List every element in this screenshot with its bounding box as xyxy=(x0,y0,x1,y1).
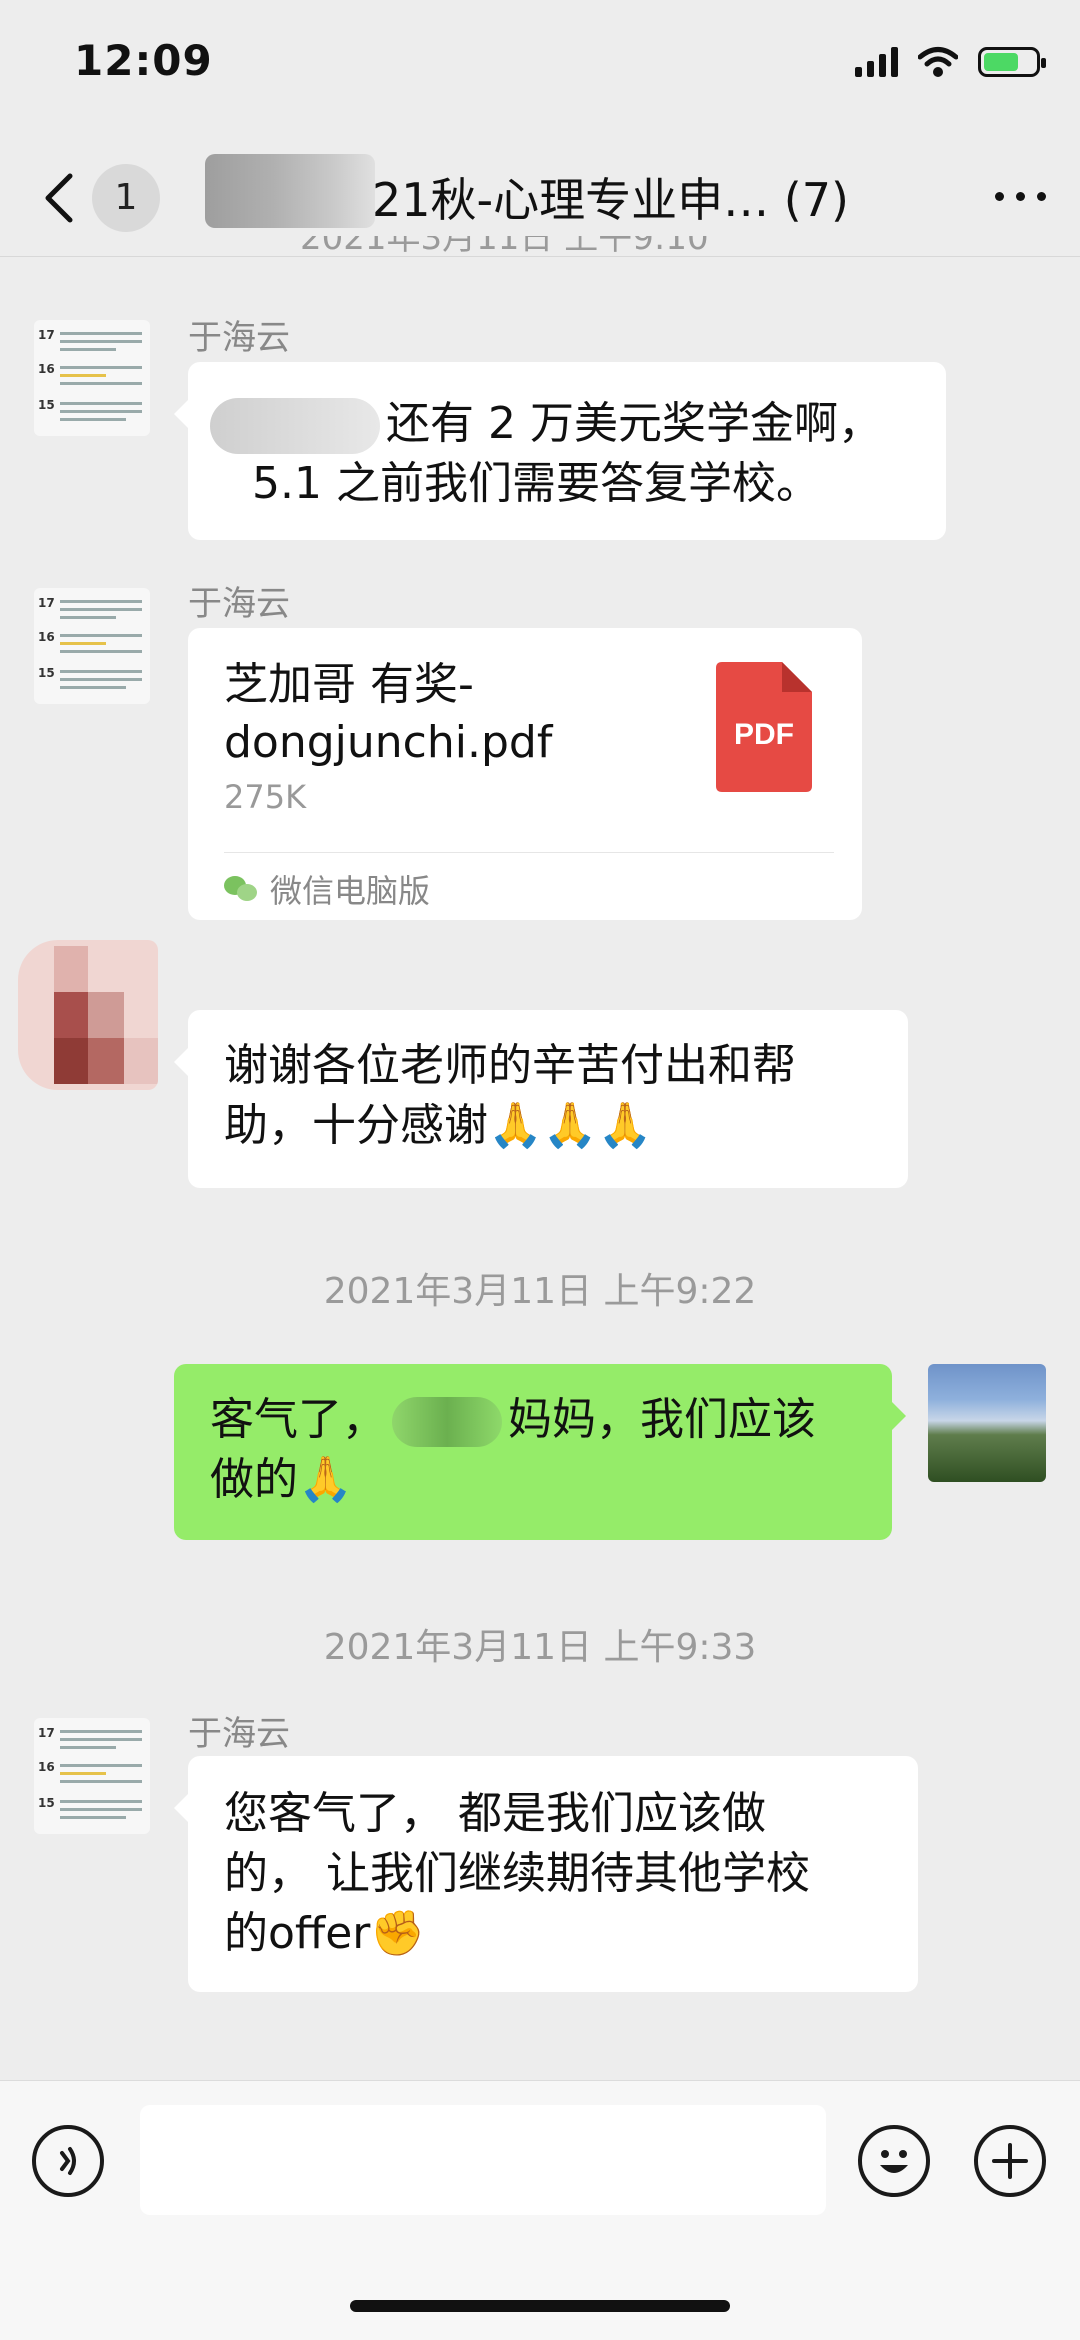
back-arrow-icon[interactable] xyxy=(40,170,80,226)
message-bubble[interactable]: 您客气了， 都是我们应该做 的， 让我们继续期待其他学校 的offer✊ xyxy=(174,1756,918,1992)
file-source-label: 微信电脑版 xyxy=(270,872,431,910)
self-avatar[interactable] xyxy=(928,1364,1046,1482)
signal-icon xyxy=(855,47,898,77)
home-indicator[interactable] xyxy=(350,2300,730,2312)
message-text: 做的🙏 xyxy=(210,1454,353,1505)
avatar[interactable]: 17 16 15 xyxy=(34,1718,150,1834)
status-bar: 12:09 xyxy=(0,0,1080,140)
pdf-label: PDF xyxy=(734,718,794,751)
chat-title[interactable]: 21秋-心理专业申… (7) xyxy=(372,164,849,230)
battery-icon xyxy=(978,47,1046,77)
avatar-pixelated[interactable] xyxy=(18,940,158,1090)
timestamp: 2021年3月11日 上午9:33 xyxy=(323,1627,757,1668)
wechat-icon xyxy=(224,874,260,904)
message-text: 还有 2 万美元奖学金啊， xyxy=(386,398,882,449)
message-text: 妈妈，我们应该 xyxy=(508,1394,816,1445)
message-text: 的， 让我们继续期待其他学校 xyxy=(224,1848,810,1899)
wifi-icon xyxy=(918,47,958,77)
avatar[interactable]: 17 16 15 xyxy=(34,320,150,436)
blurred-name xyxy=(392,1397,502,1447)
message-input[interactable] xyxy=(140,2105,826,2215)
divider xyxy=(224,852,834,853)
pdf-file-icon: PDF xyxy=(716,662,812,792)
sender-name: 于海云 xyxy=(188,584,290,624)
file-name: 芝加哥 有奖-dongjunchi.pdf xyxy=(224,659,553,768)
status-time: 12:09 xyxy=(74,36,213,85)
message-text: 谢谢各位老师的辛苦付出和帮 xyxy=(224,1040,796,1091)
message-bubble[interactable]: 谢谢各位老师的辛苦付出和帮 助，十分感谢🙏🙏🙏 xyxy=(174,1010,908,1188)
avatar[interactable]: 17 16 15 xyxy=(34,588,150,704)
sender-name: 于海云 xyxy=(188,1714,290,1754)
sender-name: 于海云 xyxy=(188,318,290,358)
file-source: 微信电脑版 xyxy=(224,866,430,912)
blurred-group-name xyxy=(205,154,375,228)
message-bubble[interactable]: 还有 2 万美元奖学金啊， 5.1 之前我们需要答复学校。 xyxy=(174,362,946,540)
message-text: 客气了， xyxy=(210,1394,386,1445)
message-text: 5.1 之前我们需要答复学校。 xyxy=(252,458,820,509)
file-size: 275K xyxy=(224,778,307,816)
message-text: 助，十分感谢🙏🙏🙏 xyxy=(224,1100,653,1151)
emoji-icon[interactable] xyxy=(858,2125,930,2197)
message-bubble-self[interactable]: 客气了， 妈妈，我们应该 做的🙏 xyxy=(174,1364,906,1540)
message-text: 您客气了， 都是我们应该做 xyxy=(224,1788,766,1839)
voice-icon[interactable] xyxy=(32,2125,104,2197)
unread-badge[interactable]: 1 xyxy=(92,164,160,232)
message-text: 的offer✊ xyxy=(224,1908,426,1959)
more-icon[interactable] xyxy=(995,192,1046,201)
status-icons xyxy=(855,46,1046,78)
add-icon[interactable] xyxy=(974,2125,1046,2197)
timestamp-partial: 2021年3月11日 上午9:10 xyxy=(300,236,709,258)
file-message[interactable]: 芝加哥 有奖-dongjunchi.pdf 275K PDF 微信电脑版 xyxy=(188,628,862,920)
timestamp: 2021年3月11日 上午9:22 xyxy=(323,1271,757,1312)
blurred-name xyxy=(210,398,380,454)
